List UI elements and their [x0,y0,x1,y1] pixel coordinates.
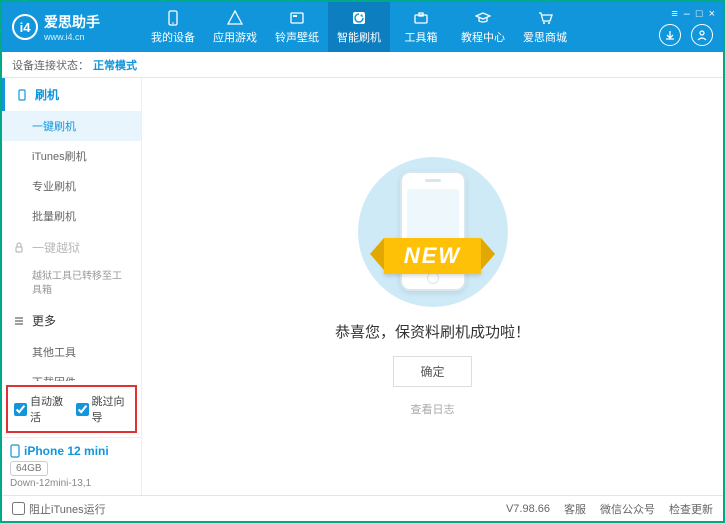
footer: 阻止iTunes运行 V7.98.66 客服 微信公众号 检查更新 [2,495,723,521]
checkbox-input[interactable] [12,502,25,515]
apps-icon [226,9,244,27]
logo-text: 爱思助手 www.i4.cn [44,12,100,42]
nav-tutorial[interactable]: 教程中心 [452,2,514,52]
app-window: i4 爱思助手 www.i4.cn 我的设备 应用游戏 铃声壁纸 智能刷机 [0,0,725,523]
window-controls: ≡ – □ × [671,8,715,20]
logo-icon: i4 [12,14,38,40]
lock-icon [12,241,26,255]
phone-icon [164,9,182,27]
customer-service-link[interactable]: 客服 [564,501,586,517]
cart-icon [536,9,554,27]
status-bar: 设备连接状态： 正常模式 [2,52,723,78]
ribbon-text: NEW [384,238,481,274]
check-update-link[interactable]: 检查更新 [669,501,713,517]
ok-button[interactable]: 确定 [393,356,471,387]
menu-button[interactable]: ≡ [671,8,677,20]
toolbox-icon [412,9,430,27]
sidebar-group-flash: 刷机 一键刷机 iTunes刷机 专业刷机 批量刷机 [2,78,141,231]
nav-my-device[interactable]: 我的设备 [142,2,204,52]
minimize-button[interactable]: – [684,8,690,20]
success-illustration: NEW [333,157,533,307]
logo: i4 爱思助手 www.i4.cn [12,12,142,42]
download-button[interactable] [659,24,681,46]
view-log-link[interactable]: 查看日志 [411,401,455,417]
sidebar-jailbreak-note: 越狱工具已转移至工具箱 [2,264,141,304]
checkbox-block-itunes[interactable]: 阻止iTunes运行 [12,501,106,517]
checkbox-input[interactable] [76,403,89,416]
device-block[interactable]: iPhone 12 mini 64GB Down-12mini-13,1 [2,437,141,495]
refresh-icon [350,9,368,27]
sidebar-group-jailbreak: 一键越狱 越狱工具已转移至工具箱 [2,231,141,304]
maximize-button[interactable]: □ [696,8,703,20]
wechat-link[interactable]: 微信公众号 [600,501,655,517]
phone-icon [15,88,29,102]
sidebar-header-more[interactable]: 更多 [2,304,141,337]
nav-label: 应用游戏 [213,29,257,45]
checkbox-auto-activate[interactable]: 自动激活 [14,393,68,425]
checkbox-label: 阻止iTunes运行 [29,501,106,517]
sidebar-header-label: 更多 [32,312,56,329]
body: 刷机 一键刷机 iTunes刷机 专业刷机 批量刷机 一键越狱 越狱工具已转移至… [2,78,723,495]
device-model: Down-12mini-13,1 [10,478,133,489]
device-name-text: iPhone 12 mini [24,444,109,458]
sidebar-item-batch-flash[interactable]: 批量刷机 [2,201,141,231]
sidebar-item-pro-flash[interactable]: 专业刷机 [2,171,141,201]
nav-toolbox[interactable]: 工具箱 [390,2,452,52]
checkbox-label: 跳过向导 [92,393,130,425]
checkbox-label: 自动激活 [30,393,68,425]
sidebar-group-more: 更多 其他工具 下载固件 高级功能 [2,304,141,381]
nav-label: 我的设备 [151,29,195,45]
nav-label: 铃声壁纸 [275,29,319,45]
status-label: 设备连接状态： [12,57,89,73]
nav-label: 智能刷机 [337,29,381,45]
nav-apps[interactable]: 应用游戏 [204,2,266,52]
new-ribbon: NEW [333,235,533,277]
phone-icon [10,444,20,458]
sidebar-header-jailbreak[interactable]: 一键越狱 [2,231,141,264]
sidebar-header-label: 一键越狱 [32,239,80,256]
nav-store[interactable]: 爱思商城 [514,2,576,52]
sidebar-item-download-firmware[interactable]: 下载固件 [2,367,141,381]
main-nav: 我的设备 应用游戏 铃声壁纸 智能刷机 工具箱 教程中心 [142,2,713,52]
nav-label: 爱思商城 [523,29,567,45]
list-icon [12,314,26,328]
sidebar-header-label: 刷机 [35,86,59,103]
device-name: iPhone 12 mini [10,444,133,458]
sidebar-item-itunes-flash[interactable]: iTunes刷机 [2,141,141,171]
sidebar: 刷机 一键刷机 iTunes刷机 专业刷机 批量刷机 一键越狱 越狱工具已转移至… [2,78,142,495]
logo-subtitle: www.i4.cn [44,32,100,42]
user-button[interactable] [691,24,713,46]
nav-ringtones[interactable]: 铃声壁纸 [266,2,328,52]
main-content: NEW 恭喜您，保资料刷机成功啦！ 确定 查看日志 [142,78,723,495]
app-header: i4 爱思助手 www.i4.cn 我的设备 应用游戏 铃声壁纸 智能刷机 [2,2,723,52]
logo-title: 爱思助手 [44,12,100,32]
sidebar-header-flash[interactable]: 刷机 [2,78,141,111]
success-message: 恭喜您，保资料刷机成功啦！ [335,321,530,342]
close-button[interactable]: × [709,8,715,20]
graduation-icon [474,9,492,27]
device-storage-badge: 64GB [10,461,48,476]
version-label: V7.98.66 [506,503,550,515]
nav-label: 教程中心 [461,29,505,45]
status-value: 正常模式 [93,57,137,73]
checkbox-input[interactable] [14,403,27,416]
sidebar-item-oneclick-flash[interactable]: 一键刷机 [2,111,141,141]
sidebar-item-other-tools[interactable]: 其他工具 [2,337,141,367]
header-actions [659,24,713,46]
sidebar-scroll[interactable]: 刷机 一键刷机 iTunes刷机 专业刷机 批量刷机 一键越狱 越狱工具已转移至… [2,78,141,381]
checkbox-skip-guide[interactable]: 跳过向导 [76,393,130,425]
sidebar-options-highlight: 自动激活 跳过向导 [6,385,137,433]
nav-flash[interactable]: 智能刷机 [328,2,390,52]
wallpaper-icon [288,9,306,27]
nav-label: 工具箱 [405,29,438,45]
